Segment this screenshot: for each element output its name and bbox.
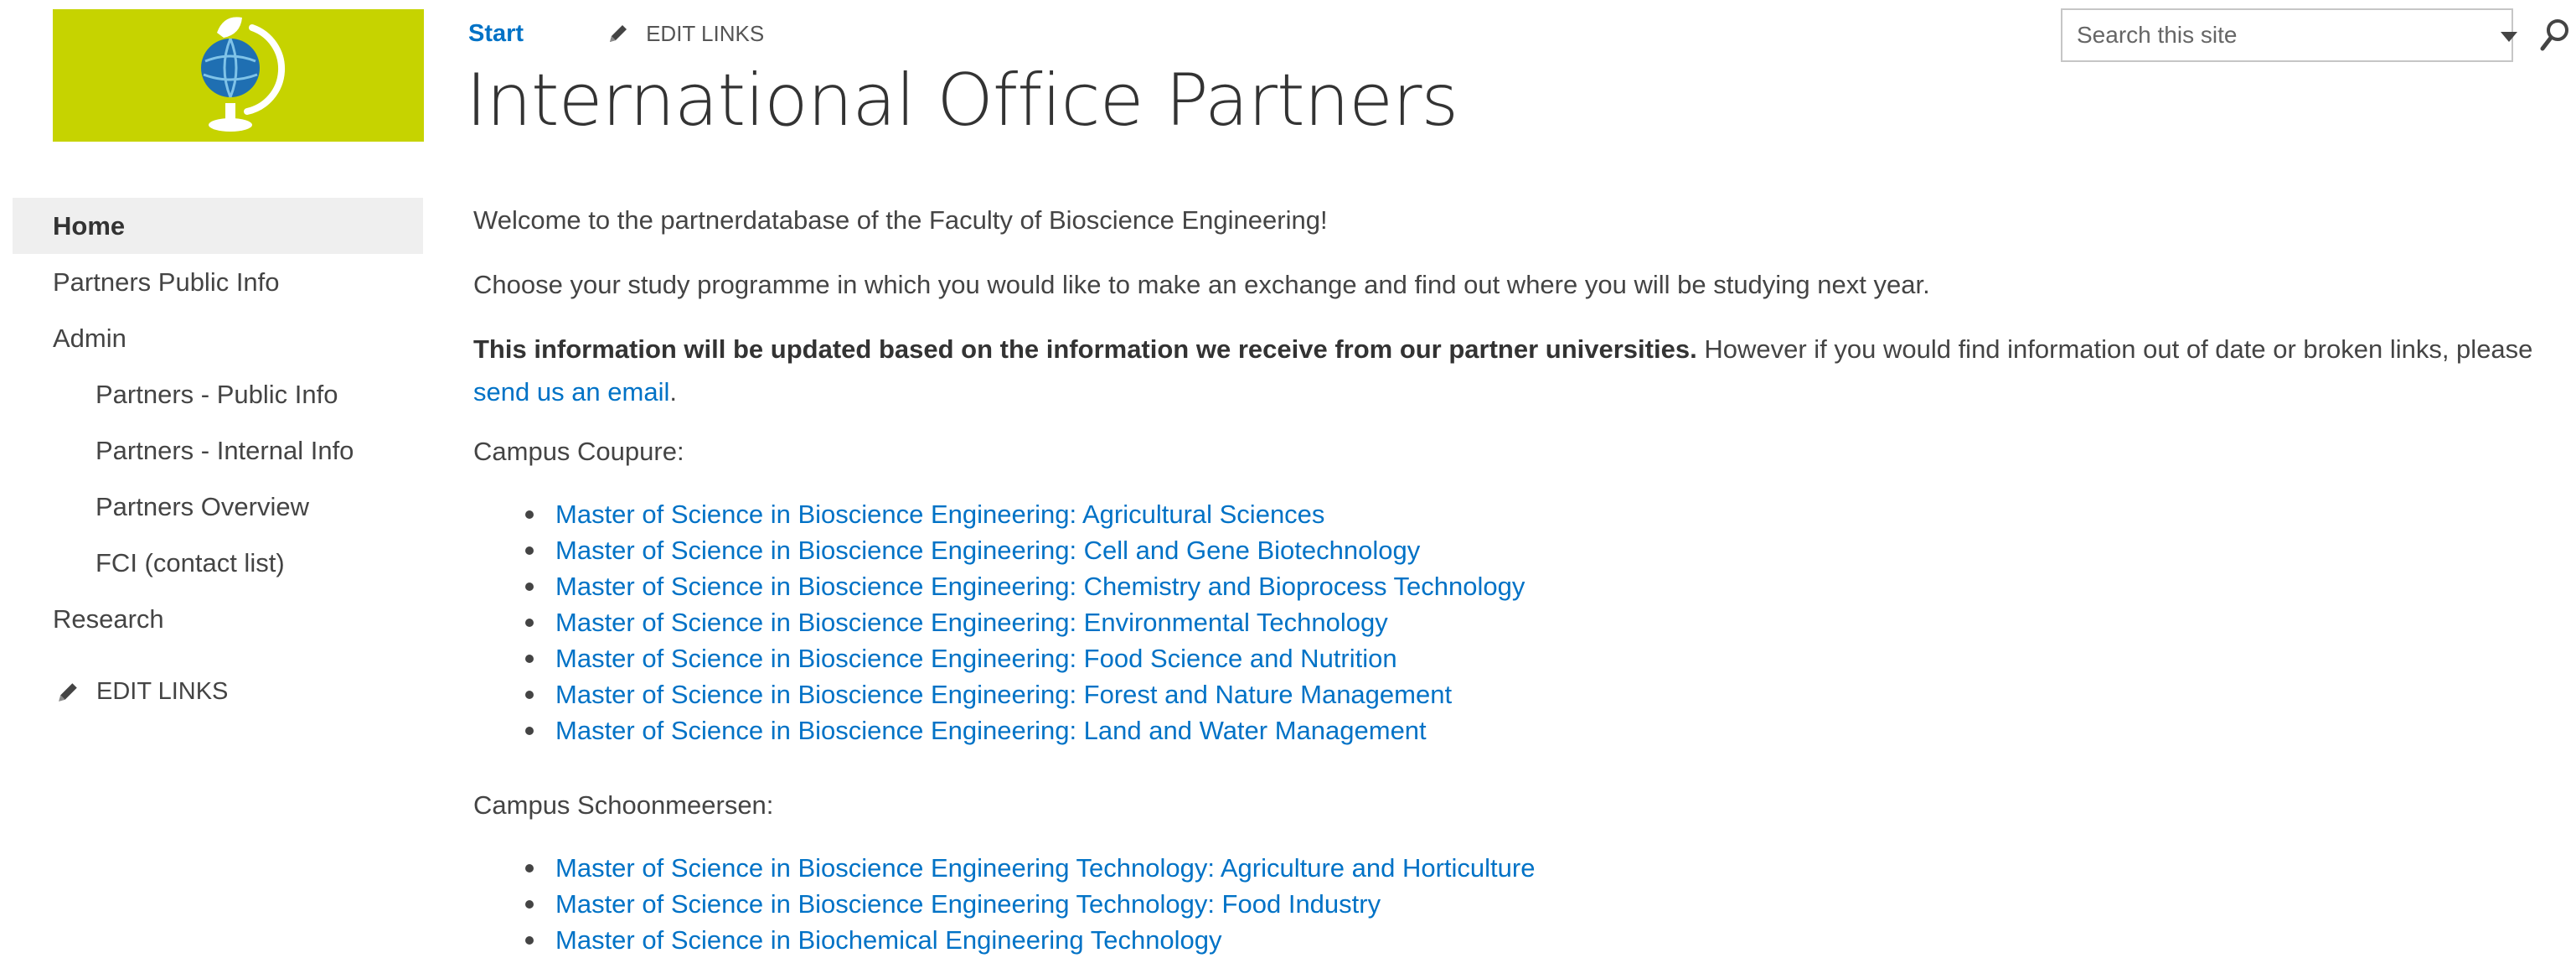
campus-schoonmeersen-programme-list: Master of Science in Bioscience Engineer… — [473, 850, 2559, 958]
search-input[interactable] — [2075, 21, 2511, 49]
start-link[interactable]: Start — [468, 20, 524, 48]
programme-link[interactable]: Master of Science in Bioscience Engineer… — [555, 680, 1452, 709]
choose-programme-text: Choose your study programme in which you… — [473, 270, 1930, 299]
update-notice-rest: However if you would find information ou… — [1696, 334, 2533, 364]
programme-link[interactable]: Master of Science in Bioscience Engineer… — [555, 889, 1381, 919]
list-item: Master of Science in Bioscience Engineer… — [525, 496, 2559, 532]
programme-link[interactable]: Master of Science in Bioscience Engineer… — [555, 853, 1535, 883]
nav-item-partners-public-info-admin[interactable]: Partners - Public Info — [13, 366, 423, 422]
list-item: Master of Science in Bioscience Engineer… — [525, 604, 2559, 640]
update-notice-bold: This information will be updated based o… — [473, 334, 1697, 364]
update-notice-end: . — [669, 377, 677, 407]
list-item: Master of Science in Bioscience Engineer… — [525, 640, 2559, 676]
list-item: Master of Science in Bioscience Engineer… — [525, 712, 2559, 748]
edit-links-top[interactable]: EDIT LINKS — [607, 21, 764, 47]
campus-coupure-programme-list: Master of Science in Bioscience Engineer… — [473, 496, 2559, 748]
globe-logo-icon — [201, 17, 286, 132]
programme-link[interactable]: Master of Science in Bioscience Engineer… — [555, 572, 1525, 601]
programme-link[interactable]: Master of Science in Bioscience Engineer… — [555, 608, 1388, 637]
list-item: Master of Science in Bioscience Engineer… — [525, 886, 2559, 922]
campus-schoonmeersen-label: Campus Schoonmeersen: — [473, 790, 774, 820]
edit-links-sidebar[interactable]: EDIT LINKS — [13, 664, 423, 720]
nav-item-partners-overview[interactable]: Partners Overview — [13, 479, 423, 535]
nav-item-partners-public-info[interactable]: Partners Public Info — [13, 254, 423, 310]
programme-link[interactable]: Master of Science in Biochemical Enginee… — [555, 925, 1222, 955]
programme-link[interactable]: Master of Science in Bioscience Engineer… — [555, 500, 1324, 529]
pencil-icon — [59, 682, 77, 702]
page-title: International Office Partners — [466, 59, 1458, 142]
nav-item-partners-internal-info[interactable]: Partners - Internal Info — [13, 422, 423, 479]
nav-item-fci-contact-list[interactable]: FCI (contact list) — [13, 535, 423, 591]
list-item: Master of Science in Bioscience Engineer… — [525, 568, 2559, 604]
edit-links-top-label: EDIT LINKS — [646, 20, 765, 46]
quick-launch-nav: Home Partners Public Info Admin Partners… — [13, 198, 423, 720]
nav-item-research[interactable]: Research — [13, 591, 423, 647]
list-item: Master of Science in Bioscience Engineer… — [525, 532, 2559, 568]
list-item: Master of Science in Bioscience Engineer… — [525, 850, 2559, 886]
nav-item-home[interactable]: Home — [13, 198, 423, 254]
site-logo[interactable] — [53, 9, 424, 142]
send-email-link[interactable]: send us an email — [473, 377, 669, 407]
search-icon[interactable] — [2538, 17, 2572, 54]
welcome-text: Welcome to the partnerdatabase of the Fa… — [473, 205, 1328, 235]
dropdown-caret-icon[interactable] — [2498, 25, 2520, 47]
campus-coupure-label: Campus Coupure: — [473, 437, 684, 466]
programme-link[interactable]: Master of Science in Bioscience Engineer… — [555, 536, 1420, 565]
main-content: Welcome to the partnerdatabase of the Fa… — [473, 199, 2559, 958]
top-links-bar: Start EDIT LINKS — [468, 17, 764, 50]
list-item: Master of Science in Bioscience Engineer… — [525, 676, 2559, 712]
edit-links-sidebar-label: EDIT LINKS — [96, 678, 229, 705]
programme-link[interactable]: Master of Science in Bioscience Engineer… — [555, 716, 1427, 745]
search-box[interactable] — [2061, 8, 2513, 62]
nav-item-admin[interactable]: Admin — [13, 310, 423, 366]
programme-link[interactable]: Master of Science in Bioscience Engineer… — [555, 644, 1397, 673]
update-notice: This information will be updated based o… — [473, 328, 2559, 413]
list-item: Master of Science in Biochemical Enginee… — [525, 922, 2559, 958]
pencil-icon — [610, 25, 627, 42]
